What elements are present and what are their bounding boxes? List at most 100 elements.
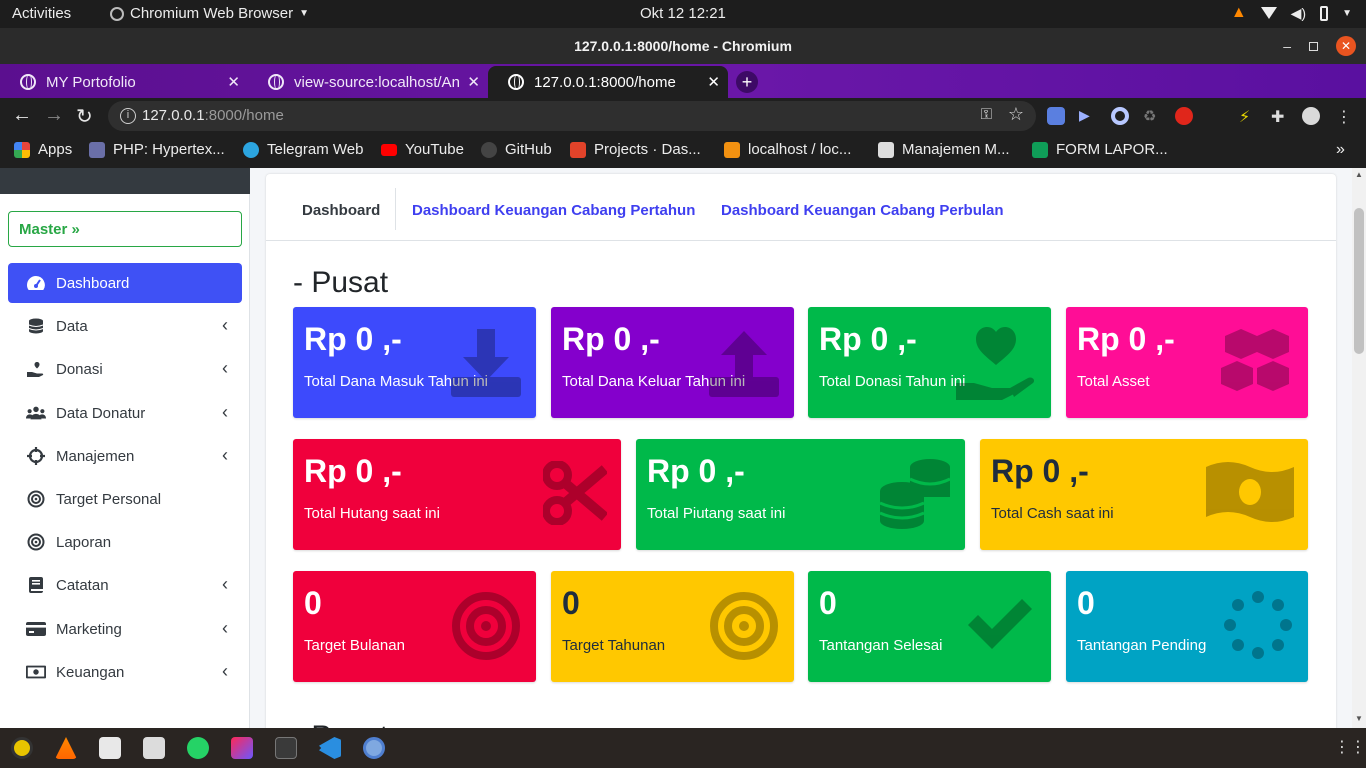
whatsapp-icon[interactable] xyxy=(187,737,209,759)
volume-icon: ◀) xyxy=(1290,4,1307,21)
bookmark-github[interactable]: GitHub xyxy=(481,141,552,158)
clock[interactable]: Okt 12 12:21 xyxy=(640,5,726,22)
profile-avatar[interactable] xyxy=(1302,107,1320,125)
text-editor-icon[interactable] xyxy=(99,737,121,759)
sidebar-item-manajemen[interactable]: Manajemen ‹ xyxy=(8,436,242,476)
more-bookmarks-icon[interactable]: » xyxy=(1336,141,1345,159)
stat-box-target-bulanan: 0 Target Bulanan xyxy=(293,571,536,682)
money-bill-wave-icon xyxy=(1206,462,1294,522)
tab-view-source[interactable]: view-source:localhost/An ✕ xyxy=(248,66,488,98)
chromium-app-icon xyxy=(110,6,124,21)
close-tab-icon[interactable]: ✕ xyxy=(467,73,480,91)
bookmark-youtube[interactable]: YouTube xyxy=(381,141,464,158)
close-window-icon[interactable]: ✕ xyxy=(1336,36,1356,56)
show-applications-icon[interactable]: ⋮⋮ xyxy=(1334,737,1366,759)
activities-button[interactable]: Activities xyxy=(12,5,71,22)
money-bill-icon xyxy=(26,664,46,680)
vlc-tray-icon[interactable]: ▲ xyxy=(1231,4,1247,22)
caret-down-icon: ▼ xyxy=(299,8,310,19)
translate-extension-icon[interactable] xyxy=(1047,107,1065,125)
sidebar-item-data[interactable]: Data ‹ xyxy=(8,306,242,346)
bookmark-apps[interactable]: Apps xyxy=(14,141,72,158)
dashboard-tabs: Dashboard Dashboard Keuangan Cabang Pert… xyxy=(266,174,1336,241)
maximize-icon[interactable] xyxy=(1309,41,1318,51)
bullseye-icon xyxy=(26,490,46,508)
vlc-icon[interactable] xyxy=(55,737,77,759)
stat-label: Target Tahunan xyxy=(562,637,666,654)
scroll-down-arrow-icon[interactable]: ▼ xyxy=(1355,714,1363,723)
tab-label: view-source:localhost/An xyxy=(294,73,460,91)
menu-kebab-icon[interactable]: ⋮ xyxy=(1336,107,1354,126)
puzzle-extensions-icon[interactable]: ✚ xyxy=(1271,107,1289,126)
sidebar-item-label: Data xyxy=(56,318,88,335)
page-viewport: Master » Dashboard Data ‹ Donasi ‹ Data … xyxy=(0,168,1366,728)
scrollbar-thumb[interactable] xyxy=(1354,208,1364,354)
tab-home[interactable]: 127.0.0.1:8000/home ✕ xyxy=(488,66,728,98)
sidebar-item-catatan[interactable]: Catatan ‹ xyxy=(8,565,242,605)
system-tray[interactable]: ▲ ◀) ▼ xyxy=(1231,4,1352,22)
bookmark-gitlab-projects[interactable]: Projects · Das... xyxy=(570,141,701,158)
address-bar[interactable]: i 127.0.0.1:8000/home ⚿ ☆ xyxy=(108,101,1036,131)
section-title: - Pusat xyxy=(293,266,389,299)
chromium-dock-icon[interactable] xyxy=(363,737,385,759)
tab-dashboard[interactable]: Dashboard xyxy=(302,202,380,219)
shield-extension-icon[interactable] xyxy=(1175,107,1193,125)
minimize-icon[interactable]: – xyxy=(1283,38,1291,54)
terminal-icon[interactable] xyxy=(275,737,297,759)
lightning-extension-icon[interactable]: ⚡ xyxy=(1239,107,1257,126)
vscode-icon[interactable] xyxy=(319,737,341,759)
sidebar-item-donasi[interactable]: Donasi ‹ xyxy=(8,349,242,389)
gitlab-icon xyxy=(570,141,586,158)
stat-box-asset: Rp 0 ,- Total Asset xyxy=(1066,307,1308,418)
window-title: 127.0.0.1:8000/home - Chromium xyxy=(574,38,792,54)
back-arrow-icon[interactable]: ← xyxy=(12,104,32,127)
bookmark-telegram[interactable]: Telegram Web xyxy=(243,141,363,158)
recycle-extension-icon[interactable]: ♻ xyxy=(1143,107,1161,125)
sidebar-item-dashboard[interactable]: Dashboard xyxy=(8,263,242,303)
sidebar-item-label: Keuangan xyxy=(56,664,125,681)
chevron-left-icon: ‹ xyxy=(222,661,228,681)
key-icon[interactable]: ⚿ xyxy=(981,106,992,123)
tab-portofolio[interactable]: MY Portofolio ✕ xyxy=(0,66,248,98)
sidebar: Master » Dashboard Data ‹ Donasi ‹ Data … xyxy=(0,168,250,728)
bookmark-form-lapor[interactable]: FORM LAPOR... xyxy=(1032,141,1168,158)
page-scrollbar[interactable]: ▲ ▼ xyxy=(1352,168,1366,728)
sidebar-item-keuangan[interactable]: Keuangan ‹ xyxy=(8,652,242,692)
forward-arrow-icon[interactable]: → xyxy=(44,104,64,127)
battery-icon xyxy=(1320,5,1329,21)
site-info-icon[interactable]: i xyxy=(120,108,136,124)
scroll-up-arrow-icon[interactable]: ▲ xyxy=(1355,170,1363,179)
stat-box-piutang: Rp 0 ,- Total Piutang saat ini xyxy=(636,439,965,550)
sidebar-item-data-donatur[interactable]: Data Donatur ‹ xyxy=(8,393,242,433)
php-icon xyxy=(89,141,105,158)
phpstorm-icon[interactable] xyxy=(231,737,253,759)
url-text[interactable]: 127.0.0.1:8000/home xyxy=(142,107,284,124)
play-extension-icon[interactable]: ▶ xyxy=(1079,107,1097,125)
master-button[interactable]: Master » xyxy=(8,211,242,247)
bookmark-php[interactable]: PHP: Hypertex... xyxy=(89,141,225,158)
sidebar-item-laporan[interactable]: Laporan xyxy=(8,522,242,562)
sidebar-item-target-personal[interactable]: Target Personal xyxy=(8,479,242,519)
bookmark-localhost[interactable]: localhost / loc... xyxy=(724,141,851,158)
tab-keuangan-perbulan[interactable]: Dashboard Keuangan Cabang Perbulan xyxy=(721,202,1004,219)
check-icon xyxy=(968,599,1032,649)
tab-keuangan-pertahun[interactable]: Dashboard Keuangan Cabang Pertahun xyxy=(412,202,695,219)
stat-value: Rp 0 ,- xyxy=(562,321,660,357)
globe-icon xyxy=(268,74,284,90)
close-tab-icon[interactable]: ✕ xyxy=(227,73,240,91)
youtube-icon xyxy=(381,143,397,156)
close-tab-icon[interactable]: ✕ xyxy=(707,73,720,91)
bookmark-manajemen[interactable]: Manajemen M... xyxy=(878,141,1010,158)
files-icon[interactable] xyxy=(143,737,165,759)
rhythmbox-icon[interactable] xyxy=(11,737,33,759)
system-top-bar: Activities Chromium Web Browser ▼ Okt 12… xyxy=(0,0,1366,28)
bookmark-star-icon[interactable]: ☆ xyxy=(1008,104,1024,125)
circle-extension-icon[interactable] xyxy=(1111,107,1129,125)
chevron-left-icon: ‹ xyxy=(222,445,228,465)
stat-value: Rp 0 ,- xyxy=(1077,321,1175,357)
tachometer-icon xyxy=(26,275,46,291)
new-tab-button[interactable]: + xyxy=(736,71,758,93)
sidebar-item-marketing[interactable]: Marketing ‹ xyxy=(8,609,242,649)
reload-icon[interactable]: ↻ xyxy=(76,104,93,129)
app-menu[interactable]: Chromium Web Browser ▼ xyxy=(110,5,309,22)
